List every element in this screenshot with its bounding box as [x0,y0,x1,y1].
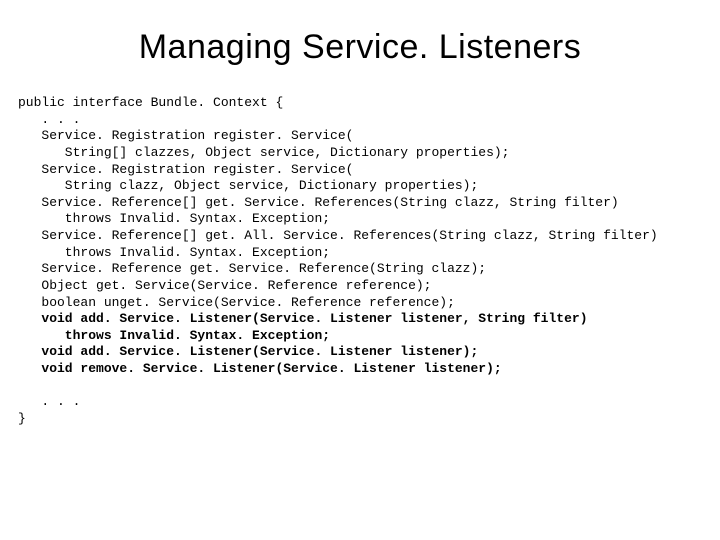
code-line: Service. Reference[] get. All. Service. … [18,228,658,243]
code-line: public interface Bundle. Context { [18,95,283,110]
code-line: . . . [18,394,80,409]
code-line: . . . [18,112,80,127]
code-line-bold: throws Invalid. Syntax. Exception; [18,328,330,343]
slide: Managing Service. Listeners public inter… [0,0,720,540]
code-line-bold: void add. Service. Listener(Service. Lis… [18,311,588,326]
code-line-bold: void add. Service. Listener(Service. Lis… [18,344,478,359]
code-line: Service. Reference get. Service. Referen… [18,261,486,276]
slide-title: Managing Service. Listeners [18,28,702,67]
code-block: public interface Bundle. Context { . . .… [18,95,702,428]
code-line: throws Invalid. Syntax. Exception; [18,245,330,260]
code-line: Object get. Service(Service. Reference r… [18,278,431,293]
code-line: String clazz, Object service, Dictionary… [18,178,478,193]
code-line: Service. Registration register. Service( [18,128,353,143]
code-line: boolean unget. Service(Service. Referenc… [18,295,455,310]
code-line: Service. Registration register. Service( [18,162,353,177]
code-line: Service. Reference[] get. Service. Refer… [18,195,619,210]
code-line-bold: void remove. Service. Listener(Service. … [18,361,502,376]
code-line: String[] clazzes, Object service, Dictio… [18,145,509,160]
code-line: } [18,411,26,426]
code-line: throws Invalid. Syntax. Exception; [18,211,330,226]
